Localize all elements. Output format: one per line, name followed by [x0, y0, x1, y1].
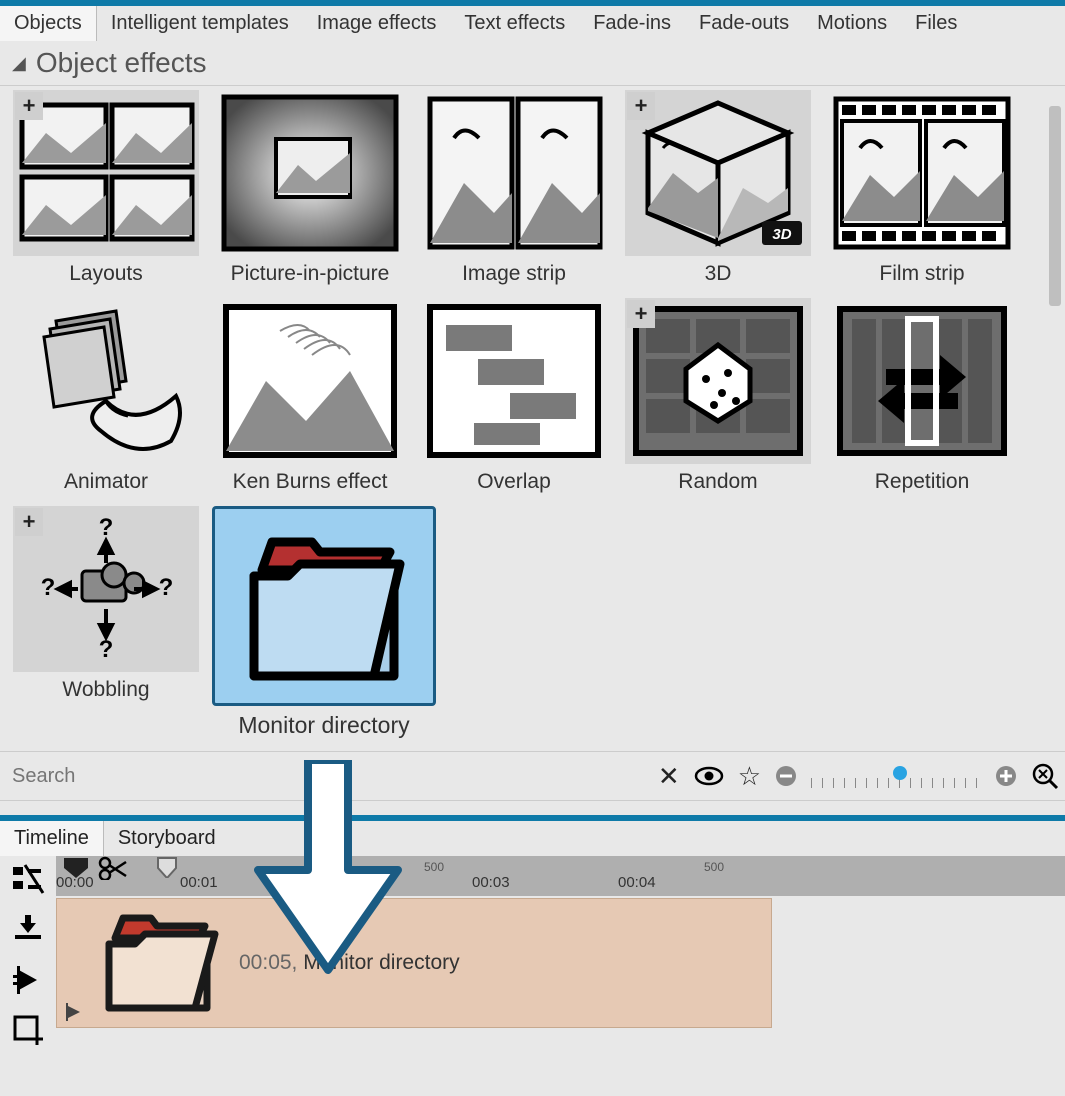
effect-label: Image strip [462, 262, 566, 286]
tab-intelligent-templates[interactable]: Intelligent templates [97, 6, 303, 41]
ruler-subtick: 500 [424, 860, 444, 874]
tab-text-effects[interactable]: Text effects [450, 6, 579, 41]
ruler-tick: 00:03 [472, 874, 510, 891]
effect-label: Animator [64, 470, 148, 494]
effect-ken-burns[interactable]: Ken Burns effect [210, 298, 410, 494]
zoom-fit-icon[interactable] [1031, 762, 1059, 790]
ruler-tick: 02 [356, 874, 373, 891]
clip-play-icon[interactable] [63, 1003, 85, 1021]
effect-label: Repetition [875, 470, 970, 494]
effect-label: 3D [705, 262, 732, 286]
star-icon[interactable]: ☆ [738, 761, 761, 792]
effect-layouts[interactable]: + Layouts [6, 90, 206, 286]
timeline-area: 00:00 00:01 02 500 00:03 00:04 500 00:05… [0, 856, 1065, 1076]
clip-name: Monitor directory [303, 951, 459, 974]
clear-search-icon[interactable]: ✕ [658, 761, 680, 792]
effect-3d[interactable]: + 3D 3D [618, 90, 818, 286]
search-input[interactable] [6, 759, 644, 794]
clip-duration: 00:05, [239, 951, 297, 974]
zoom-out-icon[interactable] [775, 765, 797, 787]
tab-motions[interactable]: Motions [803, 6, 901, 41]
ruler-tick: 00:00 [56, 874, 94, 891]
plus-icon: + [627, 300, 655, 328]
effect-film-strip[interactable]: Film strip [822, 90, 1022, 286]
shield-marker-icon[interactable] [154, 856, 180, 878]
section-title: Object effects [36, 47, 207, 79]
plus-icon: + [627, 92, 655, 120]
ruler-tick: 00:01 [180, 874, 218, 891]
zoom-slider[interactable] [811, 764, 981, 788]
timeline-body[interactable]: 00:00 00:01 02 500 00:03 00:04 500 00:05… [56, 856, 1065, 1076]
section-header[interactable]: ◢ Object effects [0, 41, 1065, 86]
tool-arrow-down-icon[interactable] [8, 910, 48, 950]
scrollbar[interactable] [1043, 86, 1065, 751]
effect-random[interactable]: + Random [618, 298, 818, 494]
tool-add-icon[interactable] [8, 1010, 48, 1050]
effect-label: Picture-in-picture [231, 262, 390, 286]
tab-timeline[interactable]: Timeline [0, 821, 104, 856]
top-tab-bar: Objects Intelligent templates Image effe… [0, 0, 1065, 41]
tool-play-icon[interactable] [8, 960, 48, 1000]
ruler-tick: 00:04 [618, 874, 656, 891]
effect-wobbling[interactable]: + ? ? ? ? [6, 506, 206, 739]
scrollbar-thumb[interactable] [1049, 106, 1061, 306]
effect-label: Ken Burns effect [233, 470, 388, 494]
bottom-tab-bar: Timeline Storyboard [0, 815, 1065, 856]
svg-text:?: ? [41, 574, 56, 601]
effect-label: Monitor directory [238, 712, 409, 739]
tab-image-effects[interactable]: Image effects [303, 6, 451, 41]
plus-icon: + [15, 92, 43, 120]
svg-text:?: ? [159, 574, 174, 601]
effects-grid: + Layouts [0, 86, 1043, 751]
effect-label: Wobbling [62, 678, 149, 702]
tab-objects[interactable]: Objects [0, 6, 97, 41]
timeline-tools [0, 856, 56, 1076]
collapse-triangle-icon: ◢ [12, 53, 26, 74]
timeline-clip[interactable]: 00:05, Monitor directory [56, 898, 772, 1028]
effect-repetition[interactable]: Repetition [822, 298, 1022, 494]
effect-animator[interactable]: Animator [6, 298, 206, 494]
effect-label: Film strip [879, 262, 964, 286]
effect-label: Random [678, 470, 757, 494]
tab-files[interactable]: Files [901, 6, 971, 41]
svg-text:3D: 3D [772, 226, 791, 243]
tab-fade-ins[interactable]: Fade-ins [579, 6, 685, 41]
effect-label: Layouts [69, 262, 143, 286]
effect-image-strip[interactable]: Image strip [414, 90, 614, 286]
plus-icon: + [15, 508, 43, 536]
tab-storyboard[interactable]: Storyboard [104, 821, 230, 856]
ruler-subtick: 500 [704, 860, 724, 874]
effect-picture-in-picture[interactable]: Picture-in-picture [210, 90, 410, 286]
tool-cut-icon[interactable] [8, 860, 48, 900]
eye-icon[interactable] [694, 761, 724, 791]
tab-fade-outs[interactable]: Fade-outs [685, 6, 803, 41]
scissors-icon[interactable] [98, 856, 128, 880]
effect-monitor-directory[interactable]: Monitor directory [210, 506, 438, 739]
effect-overlap[interactable]: Overlap [414, 298, 614, 494]
zoom-in-icon[interactable] [995, 765, 1017, 787]
folder-icon [93, 908, 223, 1018]
timeline-ruler[interactable]: 00:00 00:01 02 500 00:03 00:04 500 [56, 856, 1065, 896]
search-toolbar: ✕ ☆ [0, 751, 1065, 801]
effect-label: Overlap [477, 470, 551, 494]
